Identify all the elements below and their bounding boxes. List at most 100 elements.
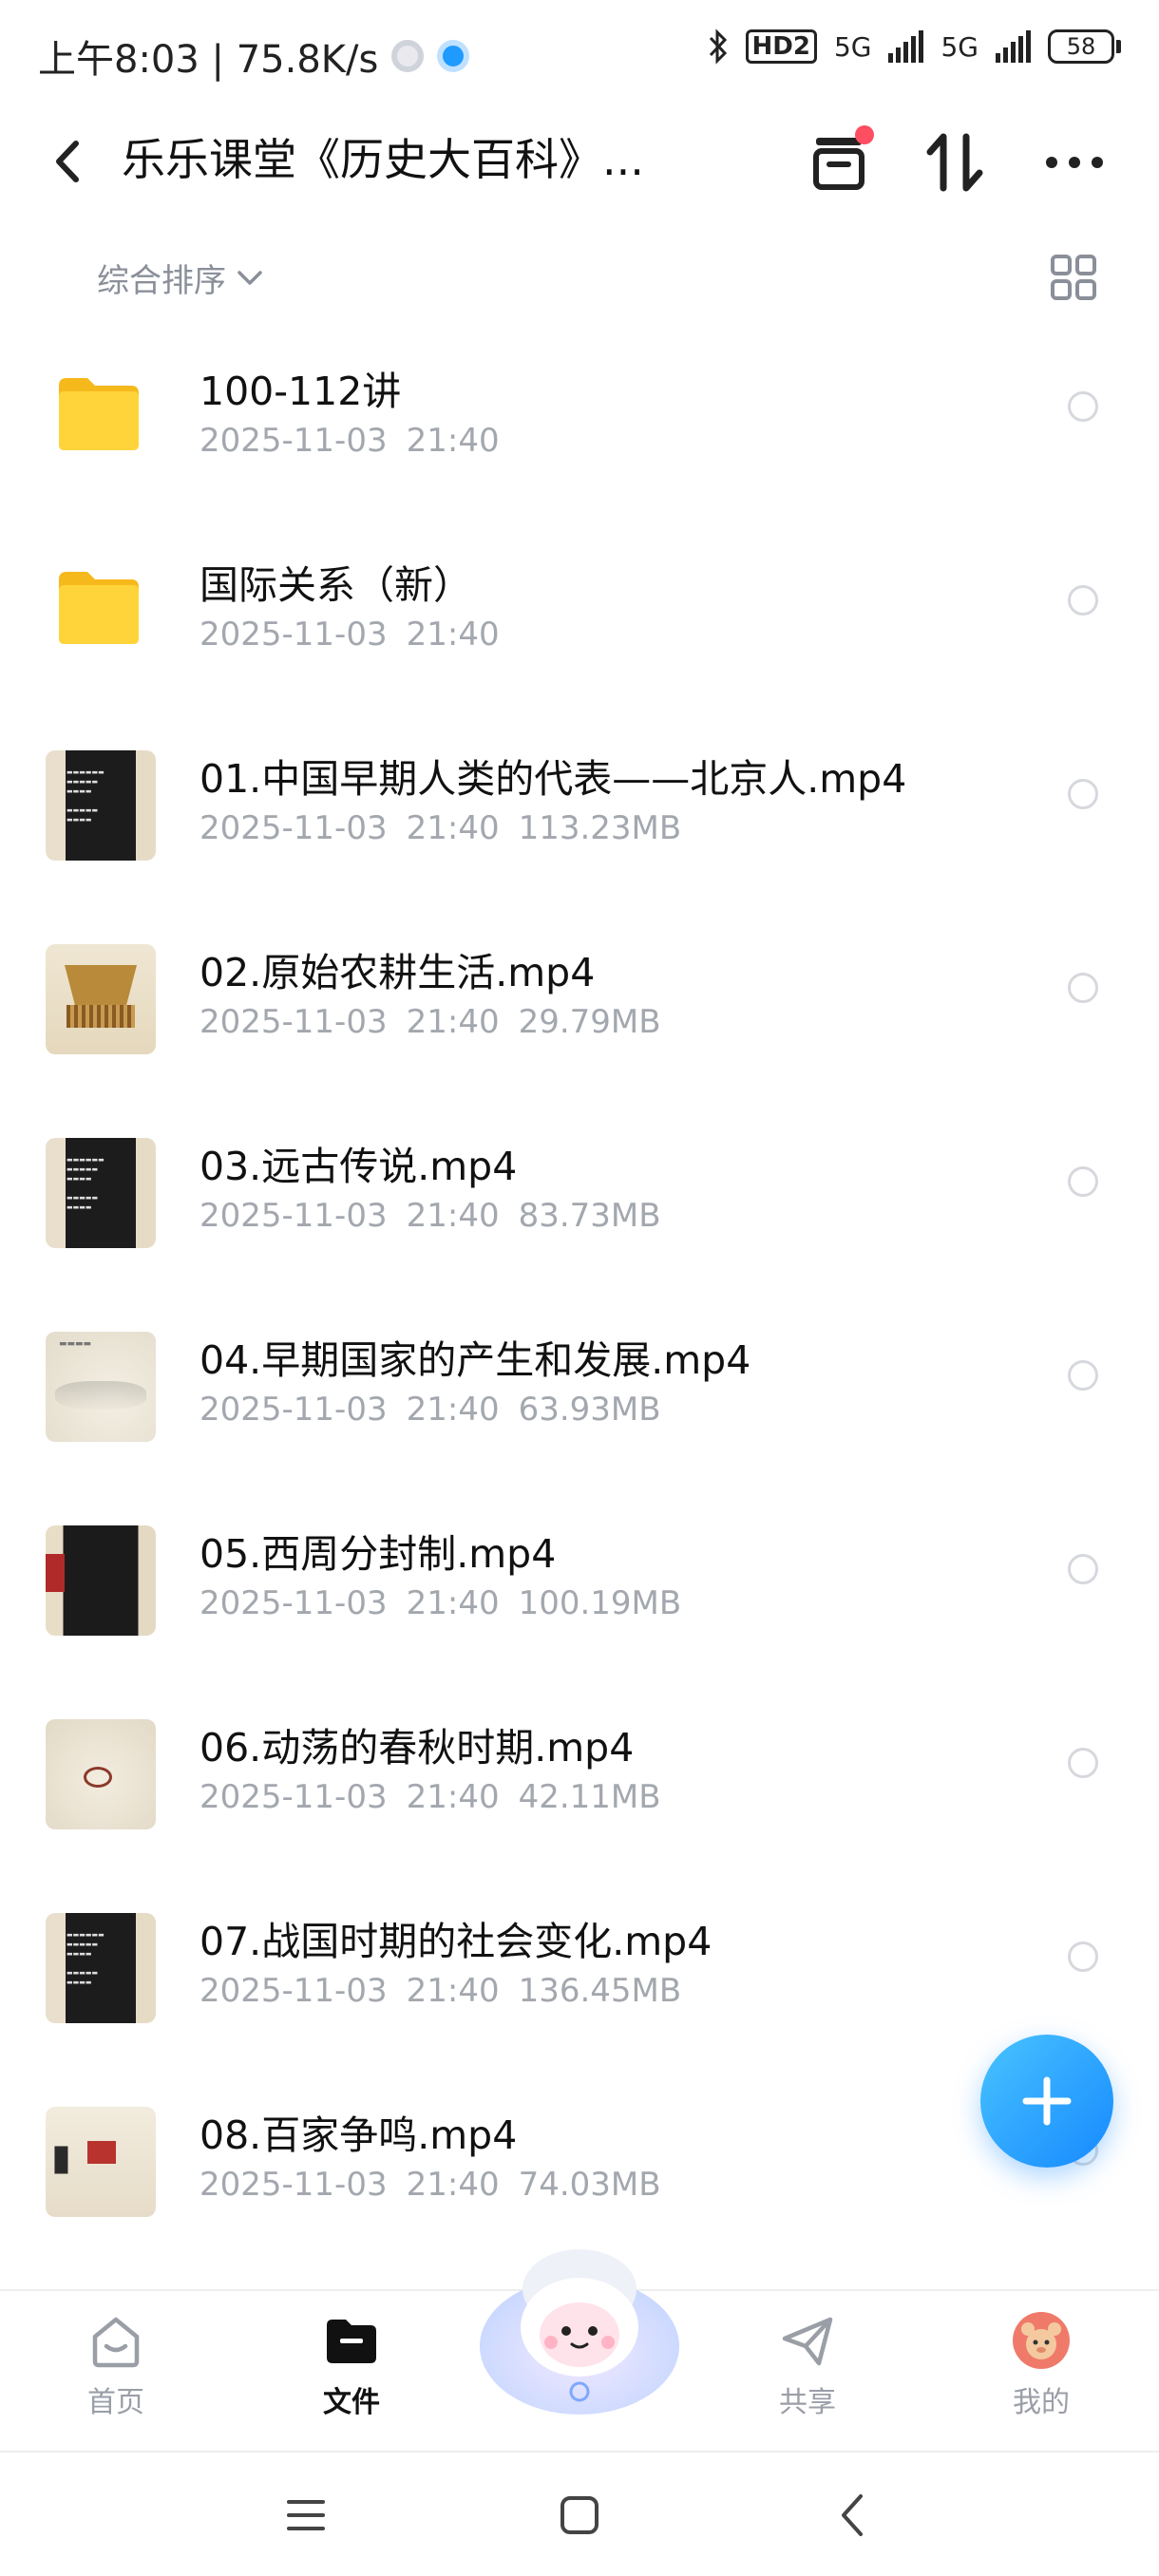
transfer-icon bbox=[926, 133, 983, 192]
video-thumbnail: ▮ bbox=[46, 2107, 156, 2217]
add-button[interactable] bbox=[980, 2035, 1113, 2168]
status-right: HD2 5G 5G 58 bbox=[708, 28, 1121, 65]
archive-button[interactable] bbox=[796, 120, 882, 205]
battery-level: 58 bbox=[1048, 29, 1114, 64]
plus-icon bbox=[1022, 2076, 1072, 2126]
hd-voice-badge: HD2 bbox=[745, 29, 817, 64]
file-size: 100.19MB bbox=[518, 1584, 682, 1622]
file-row[interactable]: ▬▬▬▬▬▬ ▬▬▬▬▬ ▬▬▬▬ ▬▬▬▬▬ ▬▬▬▬ 03.远古传说.mp4 202… bbox=[0, 1098, 1159, 1292]
notification-dot bbox=[855, 125, 874, 144]
file-date: 2025-11-03 bbox=[200, 1778, 388, 1816]
video-thumbnail bbox=[46, 944, 156, 1054]
file-list: 100-112讲 2025-11-03 21:40 国际关系（新） 2025-11… bbox=[0, 323, 1159, 2261]
back-system-button[interactable] bbox=[825, 2487, 882, 2544]
file-time: 21:40 bbox=[406, 2166, 500, 2204]
file-row[interactable]: 06.动荡的春秋时期.mp4 2025-11-03 21:40 42.11MB bbox=[0, 1679, 1159, 1873]
file-name: 05.西周分封制.mp4 bbox=[200, 1531, 557, 1577]
file-size: 113.23MB bbox=[518, 809, 682, 847]
select-checkbox[interactable] bbox=[1068, 1748, 1098, 1778]
network-2-label: 5G bbox=[940, 30, 978, 63]
transfer-button[interactable] bbox=[912, 120, 998, 205]
file-meta: 2025-11-03 21:40 74.03MB bbox=[200, 2166, 680, 2204]
more-icon bbox=[1046, 157, 1103, 168]
select-checkbox[interactable] bbox=[1068, 779, 1098, 809]
signal-2-icon bbox=[996, 30, 1031, 63]
file-meta: 2025-11-03 21:40 29.79MB bbox=[200, 1003, 680, 1041]
recent-apps-button[interactable] bbox=[277, 2487, 334, 2544]
video-thumbnail: ▬▬▬▬ bbox=[46, 1332, 156, 1442]
select-checkbox[interactable] bbox=[1068, 1554, 1098, 1584]
title-bar: 乐乐课堂《历史大百科》... bbox=[0, 104, 1159, 228]
file-name: 06.动荡的春秋时期.mp4 bbox=[200, 1725, 635, 1771]
file-meta: 2025-11-03 21:40 63.93MB bbox=[200, 1391, 680, 1429]
file-name: 02.原始农耕生活.mp4 bbox=[200, 950, 596, 995]
file-time: 21:40 bbox=[406, 1391, 500, 1429]
nav-home-label: 首页 bbox=[87, 2386, 144, 2419]
file-row[interactable]: 02.原始农耕生活.mp4 2025-11-03 21:40 29.79MB bbox=[0, 904, 1159, 1098]
file-name: 国际关系（新） bbox=[200, 562, 472, 608]
file-row[interactable]: ▬▬▬▬▬▬ ▬▬▬▬▬ ▬▬▬▬ ▬▬▬▬▬ ▬▬▬▬ 01.中国早期人类的代表——北… bbox=[0, 710, 1159, 904]
file-row[interactable]: 100-112讲 2025-11-03 21:40 bbox=[0, 323, 1159, 517]
file-time: 21:40 bbox=[406, 1972, 500, 2010]
file-name: 01.中国早期人类的代表——北京人.mp4 bbox=[200, 756, 907, 802]
file-date: 2025-11-03 bbox=[200, 1197, 388, 1235]
file-date: 2025-11-03 bbox=[200, 1584, 388, 1622]
network-1-label: 5G bbox=[833, 30, 872, 63]
file-time: 21:40 bbox=[406, 809, 500, 847]
battery-icon: 58 bbox=[1048, 29, 1121, 64]
file-date: 2025-11-03 bbox=[200, 1391, 388, 1429]
home-icon bbox=[92, 2317, 140, 2368]
file-meta: 2025-11-03 21:40 bbox=[200, 616, 538, 653]
sort-dropdown[interactable]: 综合排序 bbox=[97, 255, 264, 301]
video-thumbnail: ▬▬▬▬▬▬ ▬▬▬▬▬ ▬▬▬▬ ▬▬▬▬▬ ▬▬▬▬ bbox=[46, 1138, 156, 1248]
video-thumbnail bbox=[46, 1525, 156, 1636]
grid-view-button[interactable] bbox=[1047, 251, 1100, 304]
status-time-speed: 上午8:03 | 75.8K/s bbox=[38, 38, 379, 82]
sort-row: 综合排序 bbox=[0, 237, 1159, 313]
nav-mine[interactable]: 我的 bbox=[965, 2310, 1117, 2420]
file-date: 2025-11-03 bbox=[200, 2166, 388, 2204]
upload-icon bbox=[437, 40, 470, 72]
file-name: 03.远古传说.mp4 bbox=[200, 1144, 518, 1189]
system-nav-bar bbox=[0, 2451, 1159, 2576]
select-checkbox[interactable] bbox=[1068, 1360, 1098, 1391]
nav-home[interactable]: 首页 bbox=[40, 2310, 192, 2420]
select-checkbox[interactable] bbox=[1068, 391, 1098, 422]
avatar bbox=[1013, 2312, 1070, 2369]
select-checkbox[interactable] bbox=[1068, 585, 1098, 616]
file-time: 21:40 bbox=[406, 1778, 500, 1816]
file-row[interactable]: 国际关系（新） 2025-11-03 21:40 bbox=[0, 517, 1159, 710]
file-size: 74.03MB bbox=[518, 2166, 661, 2204]
file-date: 2025-11-03 bbox=[200, 422, 388, 460]
file-time: 21:40 bbox=[406, 616, 500, 653]
file-row[interactable]: 05.西周分封制.mp4 2025-11-03 21:40 100.19MB bbox=[0, 1486, 1159, 1679]
file-row[interactable]: ▬▬▬▬ 04.早期国家的产生和发展.mp4 2025-11-03 21:40 63… bbox=[0, 1292, 1159, 1486]
file-name: 04.早期国家的产生和发展.mp4 bbox=[200, 1337, 751, 1383]
home-system-button[interactable] bbox=[551, 2487, 608, 2544]
file-name: 100-112讲 bbox=[200, 369, 402, 414]
send-icon bbox=[782, 2317, 833, 2366]
folder-icon bbox=[59, 378, 139, 450]
file-size: 83.73MB bbox=[518, 1197, 661, 1235]
back-button[interactable] bbox=[38, 128, 95, 195]
more-button[interactable] bbox=[1032, 120, 1117, 205]
select-checkbox[interactable] bbox=[1068, 1166, 1098, 1197]
file-size: 29.79MB bbox=[518, 1003, 661, 1041]
signal-1-icon bbox=[888, 30, 924, 63]
file-date: 2025-11-03 bbox=[200, 616, 388, 653]
file-date: 2025-11-03 bbox=[200, 1972, 388, 2010]
file-meta: 2025-11-03 21:40 42.11MB bbox=[200, 1778, 680, 1816]
ai-assistant-mascot-button[interactable] bbox=[475, 2232, 684, 2422]
file-row[interactable]: ▬▬▬▬▬▬ ▬▬▬▬▬ ▬▬▬▬ ▬▬▬▬▬ ▬▬▬▬ 07.战国时期的社会变化.mp… bbox=[0, 1873, 1159, 2067]
video-thumbnail bbox=[46, 1719, 156, 1829]
status-left: 上午8:03 | 75.8K/s bbox=[38, 28, 470, 84]
nav-share[interactable]: 共享 bbox=[732, 2310, 884, 2420]
select-checkbox[interactable] bbox=[1068, 1941, 1098, 1972]
file-time: 21:40 bbox=[406, 422, 500, 460]
file-time: 21:40 bbox=[406, 1584, 500, 1622]
nav-files[interactable]: 文件 bbox=[276, 2310, 428, 2420]
nav-mine-label: 我的 bbox=[1013, 2386, 1070, 2419]
select-checkbox[interactable] bbox=[1068, 973, 1098, 1003]
file-meta: 2025-11-03 21:40 100.19MB bbox=[200, 1584, 700, 1622]
file-date: 2025-11-03 bbox=[200, 1003, 388, 1041]
